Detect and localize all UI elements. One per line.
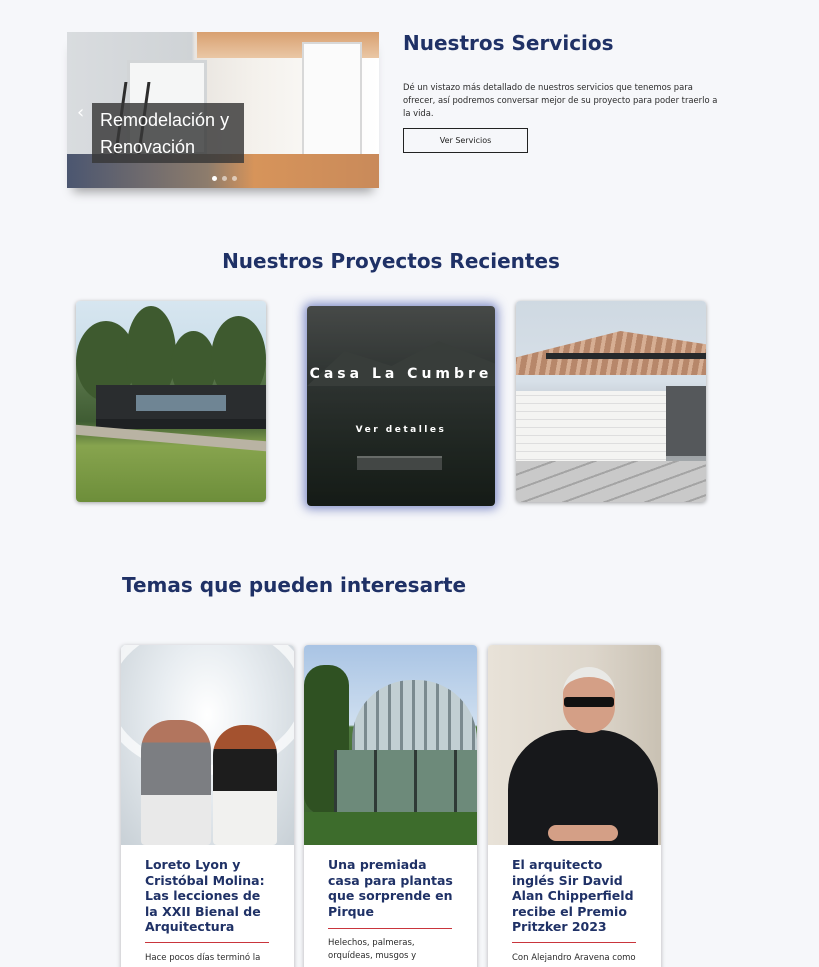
article-image-glasshouse: [334, 750, 477, 812]
slider-dot[interactable]: [232, 176, 237, 181]
project-overlay: [307, 306, 495, 506]
article-image-grass: [304, 812, 477, 845]
project-image-beam: [546, 353, 706, 359]
article-image-person: [213, 725, 277, 845]
slider-dots: [212, 176, 237, 181]
article-title[interactable]: Loreto Lyon y Cristóbal Molina: Las lecc…: [145, 857, 273, 935]
chevron-left-icon[interactable]: ‹: [77, 102, 84, 123]
article-image: [488, 645, 661, 845]
view-services-button[interactable]: Ver Servicios: [403, 128, 528, 153]
project-image-deck: [96, 419, 266, 429]
article-divider: [145, 942, 269, 943]
article-title[interactable]: Una premiada casa para plantas que sorpr…: [328, 857, 456, 919]
article-card[interactable]: El arquitecto inglés Sir David Alan Chip…: [488, 645, 661, 967]
project-image-window: [136, 395, 226, 411]
article-title[interactable]: El arquitecto inglés Sir David Alan Chip…: [512, 857, 640, 935]
article-divider: [512, 942, 636, 943]
project-image-bridge: [96, 385, 266, 429]
article-image: [304, 645, 477, 845]
project-card-featured[interactable]: Casa La Cumbre Ver detalles: [307, 306, 495, 506]
article-card[interactable]: Loreto Lyon y Cristóbal Molina: Las lecc…: [121, 645, 294, 967]
slider-dot[interactable]: [222, 176, 227, 181]
topics-title: Temas que pueden interesarte: [122, 573, 467, 597]
slider-dot[interactable]: [212, 176, 217, 181]
services-slider[interactable]: ‹ Remodelación y Renovación: [67, 32, 379, 188]
project-card[interactable]: [76, 301, 266, 502]
article-image-person: [141, 720, 211, 845]
services-description: Dé un vistazo más detallado de nuestros …: [403, 82, 718, 118]
article-excerpt: Hace pocos días terminó la: [145, 953, 261, 963]
services-title: Nuestros Servicios: [403, 31, 614, 55]
article-image: [121, 645, 294, 845]
project-image-glass: [666, 386, 706, 456]
project-image-floor: [516, 461, 706, 502]
slide-caption: Remodelación y Renovación: [92, 103, 244, 163]
article-excerpt: Con Alejandro Aravena como: [512, 953, 636, 963]
projects-title: Nuestros Proyectos Recientes: [222, 249, 560, 273]
article-image-dome: [352, 680, 477, 750]
project-name: Casa La Cumbre: [309, 366, 493, 382]
article-image-glasses: [564, 697, 614, 707]
article-divider: [328, 928, 452, 929]
article-excerpt: Helechos, palmeras, orquídeas, musgos y: [328, 938, 417, 961]
article-card[interactable]: Una premiada casa para plantas que sorpr…: [304, 645, 477, 967]
article-image-hands: [548, 825, 618, 841]
project-details-link[interactable]: Ver detalles: [307, 425, 495, 435]
project-card[interactable]: [516, 301, 706, 502]
